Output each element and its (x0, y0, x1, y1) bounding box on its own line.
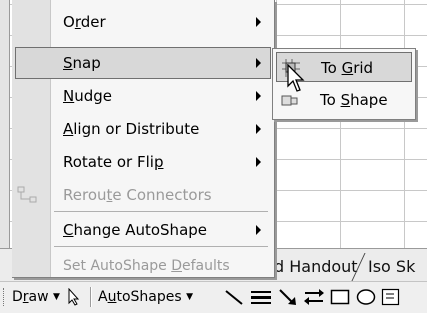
label-post: nap (72, 54, 101, 72)
submenu-arrow-icon (256, 157, 261, 167)
label-accel: C (63, 221, 74, 239)
label-accel: S (340, 91, 351, 109)
menu-item-order-label: Order (63, 12, 106, 32)
label-accel: S (63, 54, 73, 72)
menu-item-nudge-label: Nudge (63, 86, 112, 106)
label-post: udge (74, 87, 113, 105)
label-accel: D (171, 258, 183, 274)
row-header-strip (0, 0, 10, 248)
reroute-connectors-icon (17, 185, 39, 205)
menu-item-order[interactable]: Order (15, 6, 271, 38)
label-post: lign or Distribute (73, 120, 200, 138)
draw-menu-button[interactable]: Draw ▼ (12, 286, 60, 308)
autoshapes-menu-button[interactable]: AutoShapes ▼ (98, 286, 193, 308)
arrow-style-icon[interactable] (303, 287, 325, 311)
submenu-arrow-icon (256, 91, 261, 101)
line-icon[interactable] (224, 287, 244, 311)
label-post: der (80, 13, 106, 31)
menu-item-change-autoshape-label: Change AutoShape (63, 220, 207, 240)
menu-item-align-distribute[interactable]: Align or Distribute (15, 113, 271, 145)
label-pre: Rerou (63, 186, 107, 204)
menu-item-rotate-flip[interactable]: Rotate or Flip (15, 146, 271, 178)
menu-item-nudge[interactable]: Nudge (15, 80, 271, 112)
label-post: rid (353, 59, 374, 77)
label-pre: To (321, 59, 342, 77)
rectangle-icon[interactable] (330, 288, 350, 310)
toolbar-grip[interactable] (3, 288, 7, 306)
menu-item-snap-label: Snap (63, 53, 101, 73)
select-objects-icon[interactable] (67, 287, 83, 310)
submenu-item-to-grid-label: To Grid (321, 58, 373, 78)
menu-item-set-defaults-label: Set AutoShape Defaults (63, 256, 230, 276)
submenu-arrow-icon (256, 17, 261, 27)
label-post: e Connectors (112, 186, 212, 204)
label-accel: p (153, 153, 164, 171)
sheet-tab-handout[interactable]: d Handout (274, 255, 358, 279)
draw-label-post: aw (28, 289, 49, 305)
draw-context-menu: Order Snap Nudge Align or Distribute Rot… (12, 0, 275, 278)
menu-divider (54, 246, 268, 247)
line-style-icon[interactable] (250, 287, 272, 311)
menu-item-reroute-label: Reroute Connectors (63, 185, 212, 205)
label-pre: Rotate or Fli (63, 153, 154, 171)
submenu-arrow-icon (256, 58, 261, 68)
menu-item-align-label: Align or Distribute (63, 119, 199, 139)
label-accel: A (63, 120, 74, 138)
autoshapes-dropdown-icon: ▼ (186, 292, 194, 302)
label-pre: Set AutoShape (63, 258, 172, 274)
submenu-item-to-shape-label: To Shape (320, 90, 388, 110)
oval-icon[interactable] (356, 288, 376, 310)
submenu-arrow-icon (256, 124, 261, 134)
menu-divider (54, 211, 268, 212)
sheet-tab-iso[interactable]: Iso Sk (368, 255, 415, 279)
label-post: efaults (182, 258, 230, 274)
textbox-icon[interactable] (381, 288, 401, 310)
label-pre: To (320, 91, 341, 109)
menu-item-set-autoshape-defaults[interactable]: Set AutoShape Defaults (15, 250, 271, 282)
menu-item-change-autoshape[interactable]: Change AutoShape (15, 214, 271, 246)
label-pre: O (63, 13, 75, 31)
autoshapes-label-post: toShapes (116, 289, 182, 305)
label-accel: N (63, 87, 75, 105)
draw-label-pre: D (12, 289, 23, 305)
menu-item-snap[interactable]: Snap (15, 47, 271, 79)
menu-item-reroute-connectors[interactable]: Reroute Connectors (15, 179, 271, 211)
mouse-cursor-icon (286, 63, 310, 94)
menu-item-rotate-label: Rotate or Flip (63, 152, 163, 172)
arrow-icon[interactable] (278, 287, 298, 311)
label-accel: G (341, 59, 354, 77)
label-post: hange AutoShape (73, 221, 208, 239)
autoshapes-label-pre: A (98, 289, 108, 305)
draw-dropdown-icon: ▼ (53, 292, 60, 302)
drawing-toolbar: Draw ▼ AutoShapes ▼ (0, 281, 427, 313)
label-post: hape (350, 91, 388, 109)
toolbar-separator (90, 287, 92, 307)
submenu-arrow-icon (256, 225, 261, 235)
